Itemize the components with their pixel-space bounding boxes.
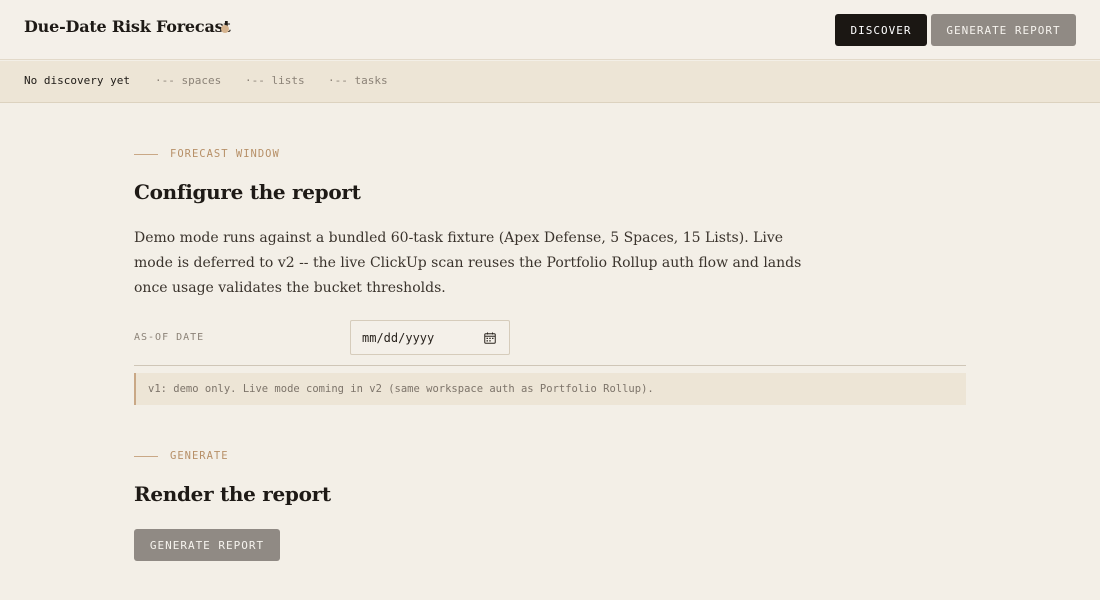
as-of-date-label: AS-OF DATE [134, 332, 205, 343]
configure-heading: Configure the report [134, 180, 361, 204]
eyebrow-label: FORECAST WINDOW [170, 148, 280, 160]
eyebrow-label: GENERATE [170, 450, 229, 462]
lists-count: ·-- lists [245, 74, 305, 87]
date-placeholder: mm/dd/yyyy [362, 330, 435, 345]
forecast-window-eyebrow: FORECAST WINDOW [134, 148, 280, 160]
discovery-status: No discovery yet [24, 74, 130, 87]
spaces-count: ·-- spaces [155, 74, 222, 87]
render-heading: Render the report [134, 482, 331, 506]
top-bar: Due-Date Risk Forecast DISCOVER GENERATE… [0, 0, 1100, 60]
generate-report-header-button[interactable]: GENERATE REPORT [931, 14, 1076, 46]
discover-button[interactable]: DISCOVER [835, 14, 927, 46]
eyebrow-rule [134, 455, 158, 457]
forecast-description: Demo mode runs against a bundled 60-task… [134, 230, 802, 296]
as-of-date-input[interactable]: mm/dd/yyyy [350, 320, 510, 355]
status-dot-icon [221, 25, 229, 33]
generate-report-button[interactable]: GENERATE REPORT [134, 529, 280, 561]
calendar-icon[interactable] [484, 332, 496, 344]
generate-eyebrow: GENERATE [134, 450, 229, 462]
eyebrow-rule [134, 153, 158, 155]
section-divider [134, 365, 966, 366]
discovery-status-bar: No discovery yet ·-- spaces ·-- lists ·-… [0, 61, 1100, 103]
app-title: Due-Date Risk Forecast [24, 17, 231, 36]
tasks-count: ·-- tasks [328, 74, 388, 87]
demo-notice: v1: demo only. Live mode coming in v2 (s… [134, 373, 966, 405]
